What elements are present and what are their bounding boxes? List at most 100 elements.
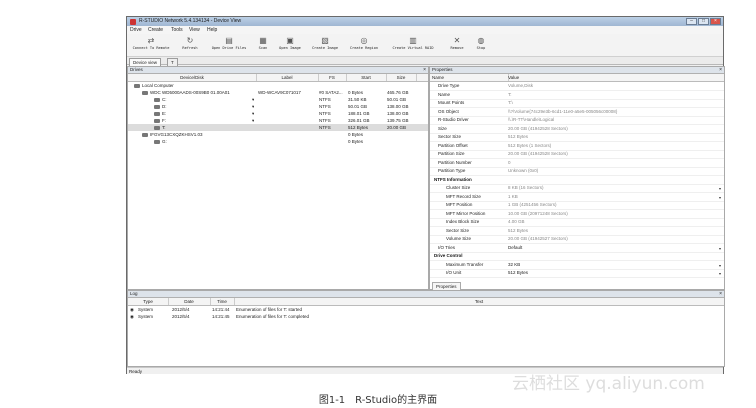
drives-panel-title: Drives × (128, 67, 428, 74)
scan-label: Scan (258, 46, 268, 50)
create-region-label: Create Region (349, 46, 379, 50)
drive-row[interactable]: F: NTFS 326.01 GB 139.75 GB ▾ (128, 117, 428, 124)
property-value: T: (508, 91, 512, 97)
drive-size (387, 82, 417, 89)
close-icon[interactable]: × (719, 291, 722, 297)
tab-device-view[interactable]: Device view (129, 58, 162, 66)
col-start[interactable]: Start (346, 74, 387, 81)
property-value: \\?\Volume{74c29e3b-6cd1-11e0-a5e5-00505… (508, 108, 618, 114)
property-value[interactable]: 512 Bytes (508, 269, 528, 277)
chevron-down-icon[interactable]: ▾ (252, 117, 254, 124)
log-text: Enumeration of files for T: completed (236, 314, 309, 319)
col-text[interactable]: Text (234, 298, 724, 305)
chevron-down-icon[interactable]: ▾ (252, 110, 254, 117)
property-value[interactable]: 32 KB (508, 261, 520, 269)
property-name: Index Block Size (446, 219, 480, 224)
drive-name: Local Computer (142, 83, 174, 88)
log-type: System (138, 307, 154, 312)
remove-button[interactable]: ✕ Remove (445, 36, 469, 50)
property-value: 4.00 GB (508, 219, 525, 224)
col-value[interactable]: Value (506, 74, 724, 81)
property-value[interactable]: 1 KB (508, 193, 518, 201)
col-label[interactable]: Label (256, 74, 319, 81)
stop-button[interactable]: ◍ Stop (471, 36, 491, 50)
property-name: MFT Position (446, 202, 473, 207)
property-value[interactable]: Default (508, 244, 522, 252)
property-name: Drive Control (434, 253, 463, 258)
col-date[interactable]: Date (168, 298, 211, 305)
close-icon[interactable]: × (423, 67, 426, 73)
menu-drive[interactable]: Drive (130, 27, 142, 33)
tab-t[interactable]: T (167, 58, 178, 66)
drive-fs: NTFS (319, 125, 331, 130)
chevron-down-icon[interactable]: ▾ (719, 186, 721, 191)
drive-label: WD-WCAV9C071017 (258, 90, 301, 95)
drive-size: 50.01 GB (387, 97, 407, 102)
close-icon[interactable]: × (719, 67, 722, 73)
drive-start: 0 Bytes (348, 139, 364, 144)
raid-icon: ▥ (409, 36, 417, 45)
property-name: Drive Type (438, 83, 460, 88)
col-fs[interactable]: FS (318, 74, 347, 81)
chevron-down-icon[interactable]: ▾ (719, 263, 721, 268)
log-row[interactable]: ◉ System 2012/5/4 14:21:44 Enumeration of fi… (128, 306, 724, 313)
drive-row[interactable]: C: NTFS 31.50 KB 50.01 GB ▾ (128, 96, 428, 103)
drive-row[interactable]: WDC WD5000AADS-00S9B0 01.00A01 WD-WCAV9C0… (128, 89, 428, 96)
close-button[interactable]: × (710, 18, 721, 25)
property-name: OS Object (438, 108, 459, 114)
drive-fs: NTFS (319, 118, 331, 123)
chevron-down-icon[interactable]: ▾ (252, 103, 254, 110)
property-name: Maximum Transfer (446, 261, 484, 267)
chevron-down-icon[interactable]: ▾ (719, 271, 721, 276)
log-row[interactable]: ◉ System 2012/5/4 14:21:45 Enumeration of fi… (128, 313, 724, 320)
create-region-icon: ◎ (360, 36, 368, 45)
chevron-down-icon[interactable]: ▾ (719, 195, 721, 200)
property-value: 20.00 GB (41942527 Sectors) (508, 236, 568, 241)
drive-row[interactable]: D: NTFS 50.01 GB 138.00 GB ▾ (128, 103, 428, 110)
drive-row[interactable]: Local Computer (128, 82, 428, 89)
disk-icon (154, 103, 160, 110)
menu-create[interactable]: Create (148, 27, 163, 33)
connect-icon: ⇄ (147, 36, 155, 45)
open-drive-files-button[interactable]: ▤ Open Drive Files (207, 36, 251, 50)
maximize-button[interactable]: □ (698, 18, 709, 25)
drive-row[interactable]: T: NTFS 512 Bytes 20.00 GB (128, 124, 428, 131)
property-name: Name (438, 91, 451, 97)
scan-button[interactable]: ▦ Scan (253, 36, 273, 50)
property-row[interactable]: I/O Unit 512 Bytes ▾ (430, 269, 724, 278)
open-image-button[interactable]: ▣ Open Image (275, 36, 305, 50)
create-region-button[interactable]: ◎ Create Region (345, 36, 383, 50)
property-value[interactable]: 8 KB (16 Sectors) (508, 184, 544, 192)
minimize-button[interactable]: – (686, 18, 697, 25)
menu-help[interactable]: Help (207, 27, 217, 33)
drive-row[interactable]: IFGVG13CXQZKHSV1.03 0 Bytes (128, 131, 428, 138)
drive-row[interactable]: E: NTFS 188.01 GB 138.00 GB ▾ (128, 110, 428, 117)
drive-fs (319, 82, 346, 89)
property-name: Cluster Size (446, 185, 471, 190)
col-size[interactable]: Size (386, 74, 417, 81)
col-device-disk[interactable]: Device/Disk (128, 74, 257, 81)
disk-icon (154, 110, 160, 117)
drive-row[interactable]: G: 0 Bytes (128, 138, 428, 145)
disk-icon (142, 89, 148, 96)
open-image-label: Open Image (279, 46, 301, 50)
connect-remote-button[interactable]: ⇄ Connect To Remote (129, 36, 173, 50)
property-name: R-Studio Driver (438, 117, 469, 122)
property-name: Partition Offset (438, 142, 468, 148)
refresh-button[interactable]: ↻ Refresh (175, 36, 205, 50)
property-name: Partition Size (438, 151, 465, 156)
drive-start: 50.01 GB (348, 104, 368, 109)
chevron-down-icon[interactable]: ▾ (252, 96, 254, 103)
stop-label: Stop (476, 46, 486, 50)
create-image-button[interactable]: ▧ Create Image (307, 36, 343, 50)
disk-icon (154, 124, 160, 131)
open-files-icon: ▤ (225, 36, 233, 45)
menu-tools[interactable]: Tools (171, 27, 183, 33)
property-value: 0 (508, 159, 511, 165)
create-virtual-raid-button[interactable]: ▥ Create Virtual RAID (385, 36, 441, 50)
col-name[interactable]: Name (430, 74, 509, 81)
col-time[interactable]: Time (210, 298, 235, 305)
col-type[interactable]: Type (128, 298, 169, 305)
chevron-down-icon[interactable]: ▾ (719, 246, 721, 251)
menu-view[interactable]: View (189, 27, 200, 33)
